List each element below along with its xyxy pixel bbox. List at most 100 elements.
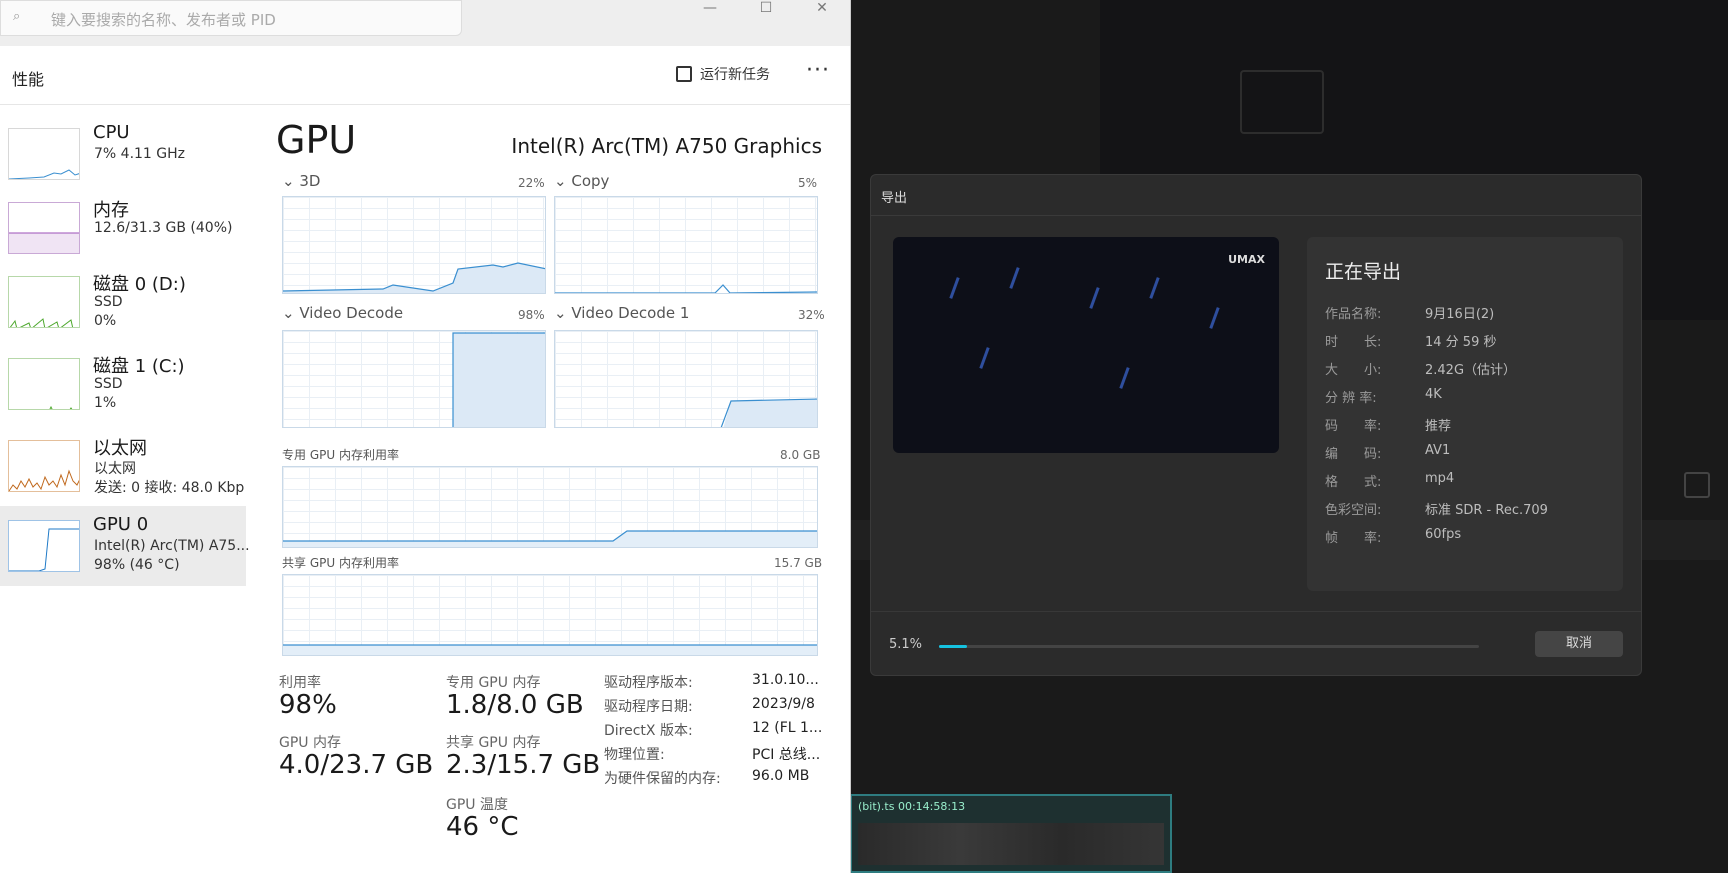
info-value: mp4 xyxy=(1425,471,1455,486)
info-key: 分 辨 率: xyxy=(1325,391,1377,406)
info-key: 作品名称: xyxy=(1325,307,1382,322)
info-key: 编 码: xyxy=(1325,447,1382,462)
dialog-divider xyxy=(871,215,1641,216)
graph-video-decode-1 xyxy=(554,330,818,428)
dedicated-gpu-memory-value: 1.8/8.0 GB xyxy=(446,690,584,720)
info-key: 大 小: xyxy=(1325,363,1382,378)
graph-3d xyxy=(282,196,546,294)
info-value: 14 分 59 秒 xyxy=(1425,335,1497,350)
engine-percent: 5% xyxy=(798,176,818,190)
graph-copy xyxy=(554,196,818,294)
info-value: 60fps xyxy=(1425,527,1462,542)
graph-dedicated-memory xyxy=(282,466,818,548)
ethernet-thumbnail-graph xyxy=(8,440,80,492)
sidebar-item-detail-2: 1% xyxy=(94,395,117,411)
detail-value: 96.0 MB xyxy=(752,768,810,784)
sidebar-item-ethernet[interactable]: 以太网 以太网 发送: 0 接收: 48.0 Kbp xyxy=(0,426,246,506)
export-progress-bar xyxy=(939,645,1479,648)
sidebar-item-disk0[interactable]: 磁盘 0 (D:) SSD 0% xyxy=(0,262,246,342)
sidebar-item-title: 内存 xyxy=(93,200,129,221)
video-watermark: UMAX xyxy=(1228,253,1265,266)
shared-gpu-memory-value: 2.3/15.7 GB xyxy=(446,750,601,780)
utilization-label: 利用率 xyxy=(279,675,321,691)
cancel-button[interactable]: 取消 xyxy=(1535,631,1623,657)
gpu-model-name: Intel(R) Arc(TM) A750 Graphics xyxy=(511,134,822,158)
sidebar-item-detail: 7% 4.11 GHz xyxy=(94,146,186,162)
header-divider xyxy=(0,104,850,105)
detail-key: 驱动程序日期: xyxy=(604,699,693,715)
clip-thumbnails xyxy=(858,823,1164,865)
engine-percent: 22% xyxy=(518,176,545,190)
memory-thumbnail-graph xyxy=(8,202,80,254)
search-placeholder: 键入要搜索的名称、发布者或 PID xyxy=(51,11,276,29)
sidebar-item-disk1[interactable]: 磁盘 1 (C:) SSD 1% xyxy=(0,344,246,424)
sidebar-item-title: 磁盘 0 (D:) xyxy=(93,274,186,295)
maximize-button[interactable]: ☐ xyxy=(746,0,786,20)
engine-selector-video-decode-1[interactable]: ⌄ Video Decode 1 xyxy=(554,304,689,322)
utilization-value: 98% xyxy=(279,690,337,720)
sidebar-item-detail-2: 发送: 0 接收: 48.0 Kbp xyxy=(94,480,245,496)
task-manager-body: 性能 运行新任务 ··· CPU 7% 4.11 GHz 内存 12.6/31.… xyxy=(0,46,850,873)
sidebar-item-title: GPU 0 xyxy=(93,514,149,535)
info-key: 格 式: xyxy=(1325,475,1382,490)
progress-percent: 5.1% xyxy=(889,637,923,652)
engine-label: 3D xyxy=(299,172,321,190)
engine-label: Video Decode xyxy=(299,304,404,322)
sidebar-item-memory[interactable]: 内存 12.6/31.3 GB (40%) xyxy=(0,188,246,268)
export-dialog: 导出 UMAX 正在导出 作品名称: 9月16日(2) 时 长: 14 分 59… xyxy=(870,174,1642,676)
close-button[interactable]: ✕ xyxy=(802,0,842,20)
disk1-thumbnail-graph xyxy=(8,358,80,410)
dedicated-gpu-memory-label: 专用 GPU 内存 xyxy=(446,675,541,691)
search-icon: ⌕ xyxy=(13,9,21,24)
info-key: 帧 率: xyxy=(1325,531,1382,546)
dialog-footer-divider xyxy=(871,611,1641,612)
run-new-task-button[interactable]: 运行新任务 xyxy=(676,64,770,84)
search-input[interactable]: ⌕ 键入要搜索的名称、发布者或 PID xyxy=(0,0,462,36)
page-title: 性能 xyxy=(12,70,45,89)
gpu-memory-value: 4.0/23.7 GB xyxy=(279,750,434,780)
dedicated-memory-label: 专用 GPU 内存利用率 xyxy=(282,448,399,462)
sidebar-item-detail: SSD xyxy=(94,294,123,310)
video-preview: UMAX xyxy=(893,237,1279,453)
disk0-thumbnail-graph xyxy=(8,276,80,328)
info-value: 4K xyxy=(1425,387,1442,402)
shared-memory-max: 15.7 GB xyxy=(774,556,823,570)
sidebar-item-detail-2: 0% xyxy=(94,313,117,329)
info-value: 标准 SDR - Rec.709 xyxy=(1425,503,1548,518)
gpu-title: GPU xyxy=(276,118,357,162)
screenshot-icon[interactable] xyxy=(1684,472,1710,498)
sidebar-item-detail: SSD xyxy=(94,376,123,392)
detail-value: PCI 总线... xyxy=(752,747,821,763)
title-bar: ⌕ 键入要搜索的名称、发布者或 PID — ☐ ✕ xyxy=(0,0,850,46)
info-value: AV1 xyxy=(1425,443,1451,458)
run-task-icon xyxy=(676,66,692,82)
clip-label: (bit).ts 00:14:58:13 xyxy=(858,800,966,813)
dedicated-memory-max: 8.0 GB xyxy=(780,448,821,462)
info-value: 9月16日(2) xyxy=(1425,307,1495,322)
more-options-button[interactable]: ··· xyxy=(806,58,830,83)
export-status-title: 正在导出 xyxy=(1325,261,1402,283)
engine-percent: 98% xyxy=(518,308,545,322)
detail-value: 12 (FL 1... xyxy=(752,720,823,736)
engine-selector-3d[interactable]: ⌄ 3D xyxy=(282,172,320,190)
info-key: 色彩空间: xyxy=(1325,503,1382,518)
sidebar-item-gpu0[interactable]: GPU 0 Intel(R) Arc(TM) A75... 98% (46 °C… xyxy=(0,506,250,586)
export-progress-fill xyxy=(939,645,967,648)
gpu0-thumbnail-graph xyxy=(8,520,80,572)
export-info-panel: 正在导出 作品名称: 9月16日(2) 时 长: 14 分 59 秒 大 小: … xyxy=(1307,237,1623,591)
sidebar-item-cpu[interactable]: CPU 7% 4.11 GHz xyxy=(0,114,246,194)
sidebar-item-detail: Intel(R) Arc(TM) A75... xyxy=(94,538,250,554)
info-value: 2.42G（估计） xyxy=(1425,363,1517,378)
graph-shared-memory xyxy=(282,574,818,656)
detail-value: 2023/9/8 xyxy=(752,696,815,712)
minimize-button[interactable]: — xyxy=(690,0,730,20)
engine-label: Video Decode 1 xyxy=(571,304,690,322)
engine-selector-copy[interactable]: ⌄ Copy xyxy=(554,172,609,190)
dialog-title: 导出 xyxy=(881,191,908,206)
timeline-clip[interactable]: (bit).ts 00:14:58:13 xyxy=(850,794,1172,873)
sidebar-item-detail-2: 98% (46 °C) xyxy=(94,557,180,573)
detail-key: DirectX 版本: xyxy=(604,723,693,739)
shared-gpu-memory-label: 共享 GPU 内存 xyxy=(446,735,541,751)
engine-selector-video-decode[interactable]: ⌄ Video Decode xyxy=(282,304,403,322)
detail-key: 物理位置: xyxy=(604,747,665,763)
